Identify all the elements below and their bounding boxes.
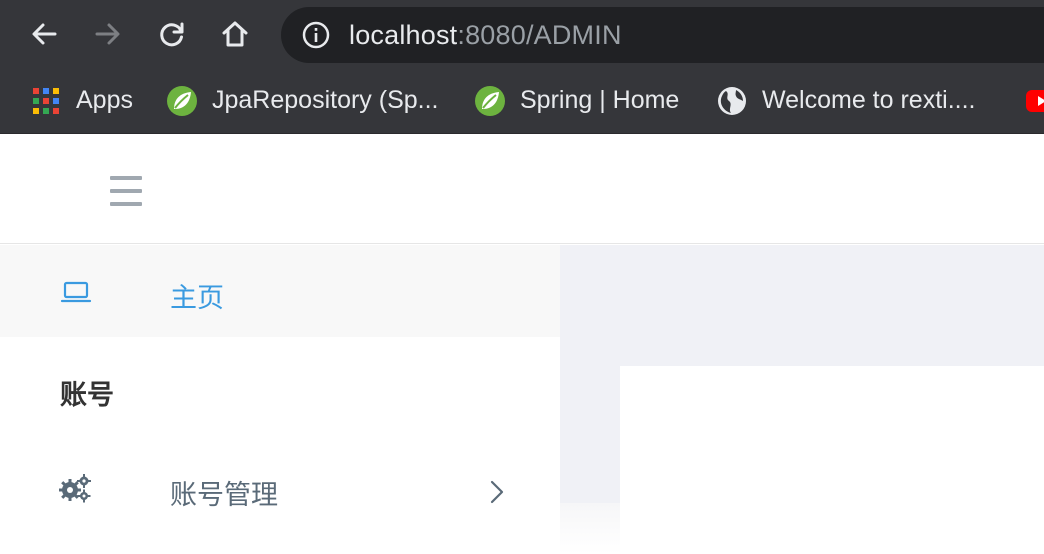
bookmark-jparepository[interactable]: JpaRepository (Sp... — [166, 68, 439, 134]
address-bar[interactable]: localhost:8080/ADMIN — [281, 7, 1044, 63]
bookmark-label: Welcome to rexti.... — [762, 86, 976, 114]
app-header — [0, 136, 1044, 244]
info-icon[interactable] — [301, 20, 331, 50]
bookmark-label: Apps — [76, 86, 133, 114]
content-card — [620, 366, 1044, 503]
reload-icon — [160, 22, 184, 47]
bookmark-welcome-rexti[interactable]: Welcome to rexti.... — [716, 68, 976, 134]
footer-shade — [560, 503, 620, 554]
spring-leaf-icon — [474, 85, 506, 117]
apps-grid-icon — [30, 85, 62, 117]
sidebar-item-home[interactable]: 主页 — [0, 245, 560, 337]
gears-icon — [59, 474, 91, 503]
sidebar-item-account-management[interactable]: 账号管理 — [0, 443, 560, 535]
youtube-icon[interactable] — [1026, 90, 1044, 112]
back-arrow-icon — [32, 23, 57, 45]
bookmark-apps[interactable]: Apps — [30, 68, 133, 134]
sidebar-item-label: 账号管理 — [170, 480, 278, 510]
menu-toggle-icon[interactable] — [110, 176, 142, 206]
reload-button[interactable] — [152, 14, 192, 54]
sidebar: 主页 账号 账号管理 — [0, 245, 560, 554]
url-host: localhost — [349, 19, 458, 50]
sidebar-section-title: 账号 — [60, 380, 114, 410]
chevron-right-icon — [490, 480, 504, 504]
bookmarks-bar: Apps JpaRepository (Sp... Spring | Home — [0, 68, 1044, 134]
home-button[interactable] — [215, 14, 255, 54]
laptop-icon — [60, 281, 92, 303]
home-icon — [222, 21, 248, 47]
globe-icon — [716, 85, 748, 117]
forward-button[interactable] — [88, 14, 128, 54]
browser-toolbar: localhost:8080/ADMIN — [0, 0, 1044, 68]
sidebar-item-label: 主页 — [170, 283, 224, 313]
content-footer — [560, 503, 1044, 554]
bookmark-spring-home[interactable]: Spring | Home — [474, 68, 679, 134]
forward-arrow-icon — [95, 23, 120, 45]
spring-leaf-icon — [166, 85, 198, 117]
bookmark-label: Spring | Home — [520, 86, 680, 114]
url-path: :8080/ADMIN — [457, 19, 622, 50]
url-text[interactable]: localhost:8080/ADMIN — [349, 20, 622, 51]
back-button[interactable] — [24, 14, 64, 54]
bookmark-label: JpaRepository (Sp... — [212, 86, 439, 114]
